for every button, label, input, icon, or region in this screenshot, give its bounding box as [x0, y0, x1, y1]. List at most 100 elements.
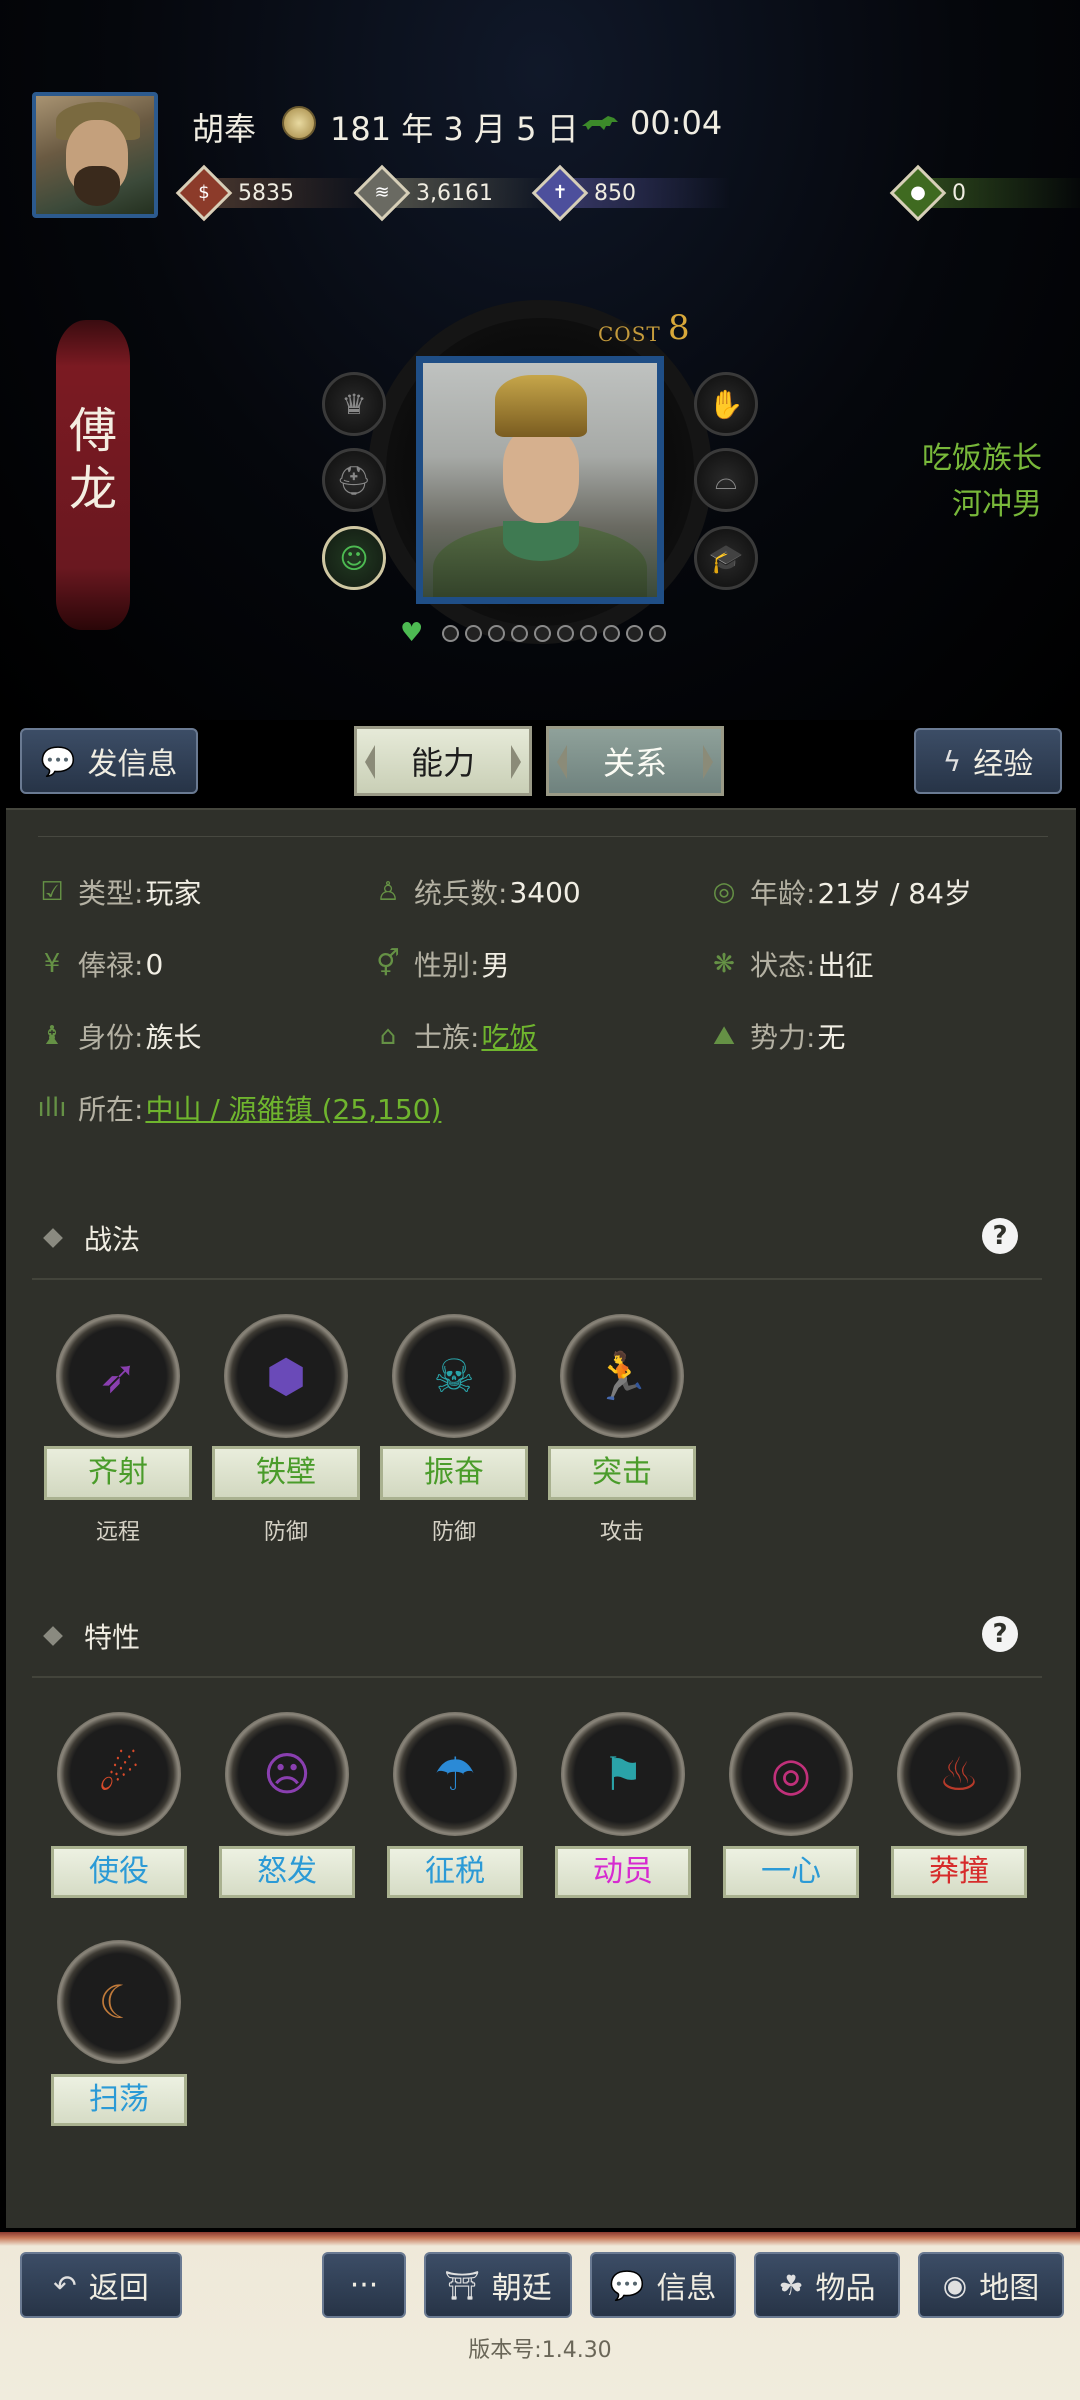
dot — [442, 624, 459, 642]
panel-divider — [38, 836, 1048, 837]
resource-grain[interactable]: ≋ 3,6161 — [353, 164, 552, 222]
helmet-icon[interactable]: ⛑ — [322, 448, 386, 512]
identity-icon: ♝ — [40, 1021, 64, 1051]
character-portrait[interactable] — [416, 356, 664, 604]
trait-label: 动员 — [555, 1846, 691, 1898]
age-icon: ◎ — [712, 877, 736, 907]
send-message-button[interactable]: 💬 发信息 — [20, 728, 198, 794]
info-age: ◎ 年龄: 21岁 / 84岁 — [708, 872, 972, 912]
trait-label: 莽撞 — [891, 1846, 1027, 1898]
tactics-help-icon[interactable]: ? — [982, 1218, 1018, 1254]
coin-icon: $ — [175, 164, 233, 222]
trait-orb: ◎ — [729, 1712, 853, 1836]
trait-item[interactable]: ☾ 扫荡 — [50, 1940, 188, 2126]
chat-icon: 💬 — [609, 2268, 645, 2302]
tactic-item[interactable]: ⬢ 铁壁 防御 — [212, 1314, 360, 1546]
clan-link[interactable]: 吃饭 — [481, 1016, 537, 1056]
trait-item[interactable]: ☂ 征税 — [386, 1712, 524, 1898]
tab-ability[interactable]: 能力 — [354, 726, 532, 796]
experience-button[interactable]: ϟ 经验 — [914, 728, 1062, 794]
info-value: 族长 — [145, 1021, 202, 1054]
trait-item[interactable]: ☄ 使役 — [50, 1712, 188, 1898]
dot — [465, 624, 482, 642]
trait-item[interactable]: ☹ 怒发 — [218, 1712, 356, 1898]
tab-relation[interactable]: 关系 — [546, 726, 724, 796]
faction-icon: ⛰ — [713, 1021, 735, 1051]
title-line: 河冲男 — [952, 487, 1042, 522]
charge-icon: 🏃 — [593, 1348, 651, 1403]
tab-ability-label: 能力 — [410, 744, 475, 782]
avatar-beard — [74, 166, 120, 206]
trait-orb: ☄ — [57, 1712, 181, 1836]
court-label: 朝廷 — [491, 2271, 552, 2306]
trait-item[interactable]: ♨ 莽撞 — [890, 1712, 1028, 1898]
traits-help-icon[interactable]: ? — [982, 1616, 1018, 1652]
tactic-item[interactable]: ☠ 振奋 防御 — [380, 1314, 528, 1546]
map-button[interactable]: ◉ 地图 — [918, 2252, 1064, 2318]
scholar-cap-icon[interactable]: 🎓 — [694, 526, 758, 590]
tactic-orb: ➶ — [56, 1314, 180, 1438]
tactic-item[interactable]: ➶ 齐射 远程 — [44, 1314, 192, 1546]
trait-label: 扫荡 — [51, 2074, 187, 2126]
sweep-claw-icon: ☾ — [98, 1975, 140, 2029]
cost-value: 8 — [668, 308, 690, 348]
back-arrow-icon: ↶ — [53, 2268, 77, 2302]
banner-flag-icon: ⚑ — [602, 1747, 644, 1801]
tactic-orb: ☠ — [392, 1314, 516, 1438]
trait-item[interactable]: ⚑ 动员 — [554, 1712, 692, 1898]
demon-mask-icon: ♨ — [938, 1747, 980, 1801]
crown-icon[interactable]: ♛ — [322, 372, 386, 436]
back-label: 返回 — [88, 2271, 149, 2306]
character-titles: 吃饭族长 河冲男 — [922, 436, 1042, 528]
person-icon: ♙ — [376, 877, 400, 907]
loyalty-dots: ♥ — [400, 620, 666, 646]
trait-label: 怒发 — [219, 1846, 355, 1898]
info-value: 玩家 — [145, 877, 202, 910]
resource-value: 3,6161 — [416, 180, 493, 206]
tactic-label: 齐射 — [44, 1446, 192, 1500]
portrait-scarf — [503, 521, 579, 561]
message-button[interactable]: 💬 信息 — [590, 2252, 736, 2318]
info-key: 势力: — [750, 1021, 816, 1054]
info-key: 统兵数: — [414, 877, 508, 910]
dot — [649, 624, 666, 642]
trait-label: 征税 — [387, 1846, 523, 1898]
resource-soldier[interactable]: ✝ 850 — [531, 164, 730, 222]
items-button[interactable]: ☘ 物品 — [754, 2252, 900, 2318]
face-mask-icon[interactable]: ☺ — [322, 526, 386, 590]
game-date: 181 年 3 月 5 日 — [330, 110, 579, 148]
portrait-crown — [495, 375, 587, 437]
tactic-type: 远程 — [95, 1520, 140, 1545]
calendar-icon — [282, 106, 316, 140]
more-button[interactable]: ··· — [322, 2252, 406, 2318]
more-label: ··· — [349, 2267, 379, 2303]
horse-icon — [582, 116, 618, 130]
status-icon: ❋ — [713, 949, 735, 979]
court-button[interactable]: ⛩ 朝廷 — [424, 2252, 572, 2318]
character-name: 傅龙 — [68, 403, 117, 517]
info-status: ❋ 状态: 出征 — [708, 944, 873, 984]
info-key: 俸禄: — [78, 949, 144, 982]
trait-orb: ⚑ — [561, 1712, 685, 1836]
resource-gourd[interactable]: ● 0 — [889, 164, 1080, 222]
tactic-item[interactable]: 🏃 突击 攻击 — [548, 1314, 696, 1546]
shield-hex-icon: ⬢ — [265, 1349, 307, 1403]
info-key: 身份: — [78, 1021, 144, 1054]
grass-icon: ıllı — [37, 1093, 67, 1123]
hat-icon[interactable]: ⌓ — [694, 448, 758, 512]
diamond-icon — [43, 1228, 63, 1248]
arrows-icon: ➶ — [98, 1349, 138, 1403]
soldier-icon: ✝ — [531, 164, 589, 222]
location-link[interactable]: 中山 / 源雒镇 (25,150) — [145, 1088, 441, 1128]
player-avatar[interactable] — [32, 92, 158, 218]
resource-coin[interactable]: $ 5835 — [175, 164, 374, 222]
palace-icon: ⛩ — [444, 2268, 480, 2302]
trait-item[interactable]: ◎ 一心 — [722, 1712, 860, 1898]
dot — [488, 624, 505, 642]
hand-seed-icon[interactable]: ✋ — [694, 372, 758, 436]
bag-icon: ☘ — [778, 2268, 804, 2302]
back-button[interactable]: ↶ 返回 — [20, 2252, 182, 2318]
info-value: 21岁 / 84岁 — [817, 877, 972, 910]
info-value: 无 — [817, 1021, 846, 1054]
chat-icon: 💬 — [40, 744, 76, 778]
